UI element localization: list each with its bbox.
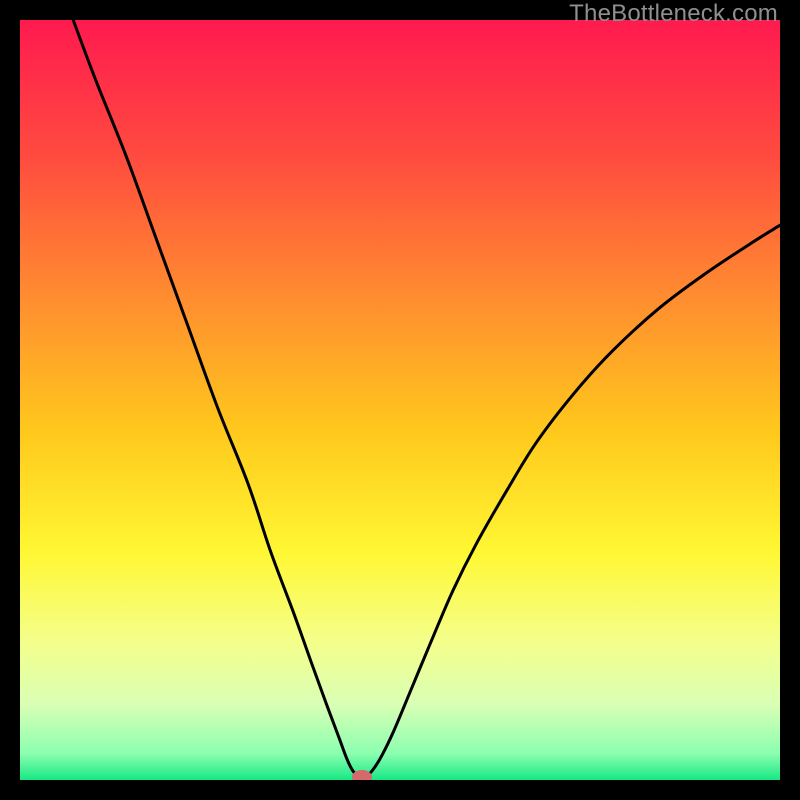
bottleneck-chart (20, 20, 780, 780)
watermark-text: TheBottleneck.com (569, 0, 778, 28)
gradient-background (20, 20, 780, 780)
chart-frame (20, 20, 780, 780)
